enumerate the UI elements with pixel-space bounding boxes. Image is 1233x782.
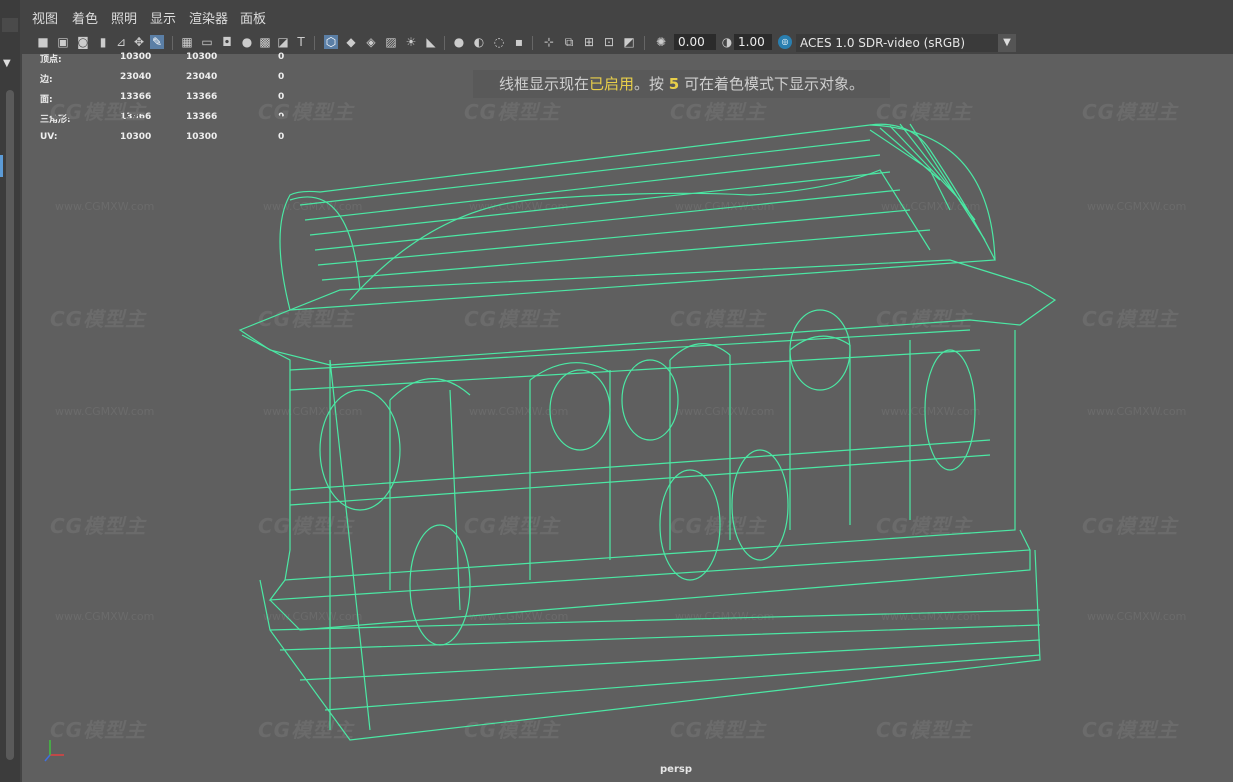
collapse-arrow-icon[interactable]: ▼ (3, 58, 11, 70)
hud-label: 边: (40, 75, 53, 85)
gamma-field[interactable]: 1.00 (734, 34, 772, 50)
camera-attributes-icon[interactable]: ◙ (76, 35, 90, 49)
camera-icon[interactable]: ■ (36, 35, 50, 49)
hud-value: 13366 (186, 112, 218, 122)
grid-icon[interactable]: ▦ (180, 35, 194, 49)
menu-shading[interactable]: 着色 (72, 13, 98, 27)
smooth-shade-icon[interactable]: ◆ (344, 35, 358, 49)
watermark-url: www.CGMXW.com (1087, 610, 1187, 623)
watermark-logo: CG模型主 (1082, 514, 1179, 538)
view-axis-gizmo (44, 740, 64, 762)
separator (532, 36, 533, 50)
panel-toolbar: ■ ▣ ◙ ▮ ⊿ ✥ ✎ ▦ ▭ ◘ ● ▩ ◪ T ⬡ ◆ ◈ ▨ ☀ ◣ … (22, 32, 1233, 54)
exposure-field[interactable]: 0.00 (674, 34, 716, 50)
separator (444, 36, 445, 50)
bookmark-icon[interactable]: ▮ (96, 35, 110, 49)
hud-value: 10300 (120, 132, 152, 142)
panel-menubar: 视图 着色 照明 显示 渲染器 面板 (22, 8, 1233, 32)
xray-active-icon[interactable]: ⊡ (602, 35, 616, 49)
menu-renderer[interactable]: 渲染器 (189, 13, 228, 27)
safe-action-icon[interactable]: ◪ (276, 35, 290, 49)
colorspace-label: ACES 1.0 SDR-video (sRGB) (800, 36, 966, 50)
film-gate-icon[interactable]: ▭ (200, 35, 214, 49)
hud-value: 23040 (120, 72, 152, 82)
watermark-url: www.CGMXW.com (55, 405, 155, 418)
watermark-logo: CG模型主 (1082, 100, 1179, 124)
wireframe-icon[interactable]: ⬡ (324, 35, 338, 49)
hud-value: 0 (278, 72, 285, 82)
watermark-url: www.CGMXW.com (1087, 200, 1187, 213)
hud-value: 23040 (186, 72, 218, 82)
hud-value: 0 (278, 52, 285, 62)
watermark-logo: CG模型主 (50, 307, 147, 331)
gate-mask-icon[interactable]: ● (240, 35, 254, 49)
hud-label: UV: (40, 132, 58, 142)
isolate-select-icon[interactable]: ⊹ (542, 35, 556, 49)
hud-value: 10300 (120, 52, 152, 62)
banner-text: 线框显示现在 (498, 75, 589, 93)
separator (314, 36, 315, 50)
sarcophagus-wireframe[interactable] (230, 110, 1070, 750)
panel-tab[interactable] (2, 18, 18, 32)
anti-aliasing-icon[interactable]: ◌ (492, 35, 506, 49)
chevron-down-icon[interactable]: ▼ (998, 34, 1016, 52)
menu-lighting[interactable]: 照明 (111, 13, 137, 27)
xray-icon[interactable]: ⧉ (562, 35, 576, 49)
watermark-url: www.CGMXW.com (55, 200, 155, 213)
resolution-gate-icon[interactable]: ◘ (220, 35, 234, 49)
watermark-url: www.CGMXW.com (1087, 405, 1187, 418)
exposure-icon[interactable]: ✺ (654, 35, 668, 49)
xray-joints-icon[interactable]: ⊞ (582, 35, 596, 49)
depth-of-field-icon[interactable]: ▪ (512, 35, 526, 49)
motion-blur-icon[interactable]: ◐ (472, 35, 486, 49)
watermark-logo: CG模型主 (50, 100, 147, 124)
hud-value: 10300 (186, 132, 218, 142)
wireframe-mesh (238, 123, 1057, 741)
separator (172, 36, 173, 50)
hud-label: 顶点: (40, 55, 62, 65)
watermark-url: www.CGMXW.com (55, 610, 155, 623)
menu-view[interactable]: 视图 (32, 13, 58, 27)
menu-show[interactable]: 显示 (150, 13, 176, 27)
scrollbar[interactable] (6, 90, 14, 760)
grease-pencil-icon[interactable]: ✎ (150, 35, 164, 49)
hud-value: 13366 (186, 92, 218, 102)
watermark-logo: CG模型主 (1082, 718, 1179, 742)
banner-text: 。按 (634, 75, 669, 93)
safe-title-icon[interactable]: T (294, 35, 308, 49)
textured-icon[interactable]: ▨ (384, 35, 398, 49)
watermark-logo: CG模型主 (1082, 307, 1179, 331)
hud-value: 10300 (186, 52, 218, 62)
colorspace-dropdown[interactable]: ACES 1.0 SDR-video (sRGB) ▼ (796, 34, 1016, 52)
banner-text: 可在着色模式下显示对象。 (679, 75, 865, 93)
separator (644, 36, 645, 50)
shadows-icon[interactable]: ◣ (424, 35, 438, 49)
lock-camera-icon[interactable]: ▣ (56, 35, 70, 49)
use-lights-icon[interactable]: ☀ (404, 35, 418, 49)
camera-name-label: persp (660, 764, 692, 775)
gamma-icon[interactable]: ◑ (720, 35, 734, 49)
left-side-panel: ▼ (0, 0, 20, 782)
two-d-pan-icon[interactable]: ✥ (132, 35, 146, 49)
aces-icon[interactable]: ◎ (778, 35, 792, 49)
menu-panels[interactable]: 面板 (240, 13, 266, 27)
selection-indicator (0, 155, 3, 177)
wireframe-status-banner: 线框显示现在已启用。按 5 可在着色模式下显示对象。 (473, 70, 890, 98)
wireframe-on-shaded-icon[interactable]: ◈ (364, 35, 378, 49)
backface-culling-icon[interactable]: ◩ (622, 35, 636, 49)
banner-highlight: 已启用 (589, 75, 635, 93)
field-chart-icon[interactable]: ▩ (258, 35, 272, 49)
image-plane-icon[interactable]: ⊿ (114, 35, 128, 49)
banner-key: 5 (668, 75, 680, 93)
watermark-logo: CG模型主 (50, 514, 147, 538)
screen-space-ao-icon[interactable]: ● (452, 35, 466, 49)
